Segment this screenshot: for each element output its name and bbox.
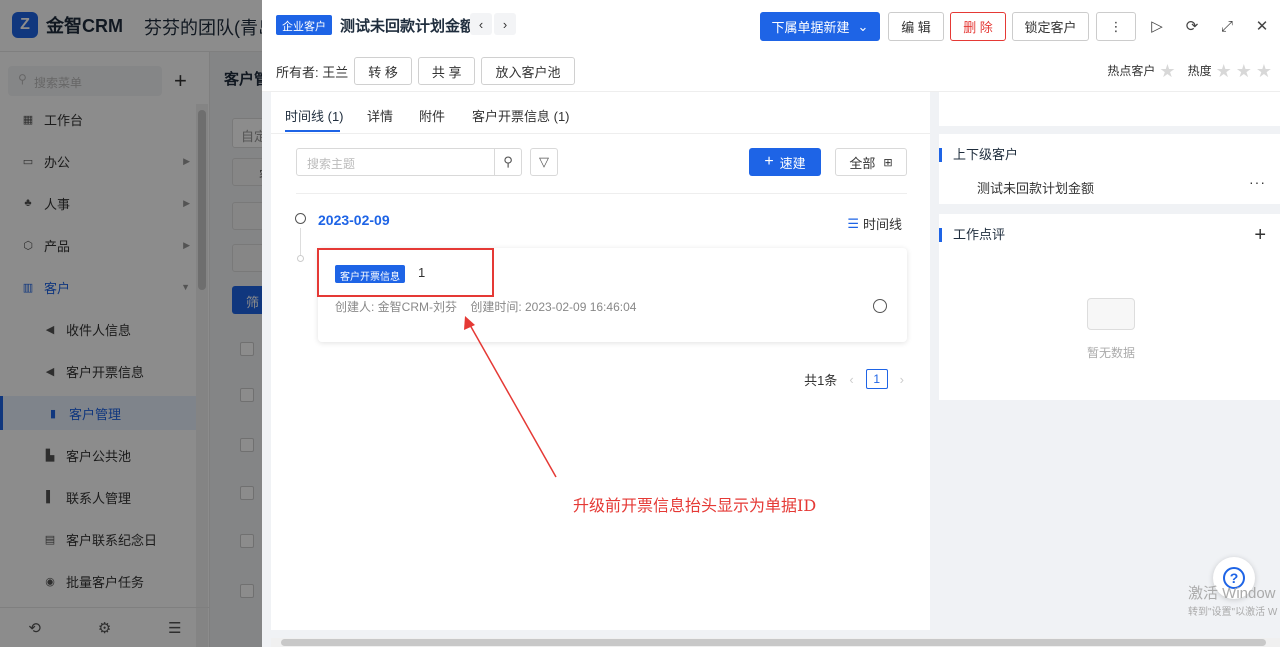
edit-button[interactable]: 编 辑 bbox=[888, 12, 944, 41]
work-review-section: 工作点评 + 暂无数据 bbox=[939, 214, 1280, 400]
comment-icon[interactable] bbox=[873, 299, 887, 313]
timeline-panel: 时间线 (1) 详情 附件 客户开票信息 (1) 搜索主题 ⚲ ▽ + 速建 全… bbox=[271, 92, 930, 630]
related-customer-link[interactable]: 测试未回款计划金额 bbox=[977, 178, 1094, 197]
annotation-note: 升级前开票信息抬头显示为单据ID bbox=[573, 496, 817, 515]
move-to-pool-button[interactable]: 放入客户池 bbox=[481, 57, 575, 85]
entry-meta: 创建人: 金智CRM-刘芬 创建时间: 2023-02-09 16:46:04 bbox=[335, 300, 637, 314]
timeline-view-toggle[interactable]: ☰ 时间线 bbox=[847, 214, 902, 233]
customer-type-badge: 企业客户 bbox=[276, 15, 332, 35]
quick-create-button[interactable]: + 速建 bbox=[749, 148, 821, 176]
os-activation-watermark: 激活 Window 转到"设置"以激活 W bbox=[1188, 582, 1280, 618]
star-icon[interactable]: ★ bbox=[1256, 62, 1272, 80]
close-icon[interactable]: ✕ bbox=[1252, 16, 1272, 36]
delete-button[interactable]: 删 除 bbox=[950, 12, 1006, 41]
topic-search-input[interactable]: 搜索主题 bbox=[296, 148, 495, 176]
share-button[interactable]: 共 享 bbox=[417, 57, 476, 85]
customer-detail-drawer: 企业客户 测试未回款计划金额 ‹ › 下属单据新建 ⌄ 编 辑 删 除 锁定客户… bbox=[262, 0, 1280, 647]
active-tab-indicator bbox=[285, 130, 340, 132]
horizontal-scrollbar[interactable] bbox=[271, 638, 1280, 647]
tab-invoice-info[interactable]: 客户开票信息 (1) bbox=[472, 106, 570, 125]
star-icon[interactable]: ★ bbox=[1216, 62, 1232, 80]
all-filter-button[interactable]: 全部 ⊞ bbox=[835, 148, 907, 176]
total-count: 共1条 bbox=[804, 372, 838, 388]
add-review-icon[interactable]: + bbox=[1254, 224, 1266, 247]
tab-details[interactable]: 详情 bbox=[367, 106, 393, 125]
search-icon: ⚲ bbox=[503, 154, 513, 169]
chevron-down-icon: ⌄ bbox=[857, 18, 869, 34]
grid-icon: ⊞ bbox=[883, 156, 893, 169]
hotness-label: 热度 bbox=[1187, 64, 1212, 78]
hotness-row: 热点客户 ★ 热度 ★ ★ ★ bbox=[1107, 62, 1272, 80]
more-menu-button[interactable]: ⋮ bbox=[1096, 12, 1136, 41]
tab-attachments[interactable]: 附件 bbox=[419, 106, 445, 125]
more-horizontal-icon[interactable]: ··· bbox=[1249, 174, 1266, 190]
button-label: 全部 bbox=[849, 155, 876, 171]
empty-state-text: 暂无数据 bbox=[1087, 346, 1136, 360]
filter-button[interactable]: ▽ bbox=[530, 148, 558, 176]
more-vertical-icon: ⋮ bbox=[1109, 18, 1123, 34]
hot-customer-label: 热点客户 bbox=[1107, 64, 1156, 78]
chevron-left-icon[interactable]: ‹ bbox=[470, 13, 492, 35]
empty-inbox-icon bbox=[1087, 298, 1135, 330]
transfer-button[interactable]: 转 移 bbox=[354, 57, 412, 85]
record-title: 测试未回款计划金额 bbox=[340, 18, 476, 35]
annotation-highlight-box bbox=[317, 248, 494, 297]
record-navigation: ‹ › bbox=[470, 13, 516, 35]
detail-tabs: 时间线 (1) 详情 附件 客户开票信息 (1) bbox=[271, 92, 930, 134]
pagination: 共1条 ‹ 1 › bbox=[804, 369, 904, 389]
timeline-date: 2023-02-09 bbox=[318, 212, 390, 228]
info-card bbox=[939, 92, 1280, 126]
page-number[interactable]: 1 bbox=[865, 369, 888, 389]
fullscreen-icon[interactable]: ⤢ bbox=[1217, 16, 1237, 36]
chevron-right-icon[interactable]: › bbox=[494, 13, 516, 35]
owner-row: 所有者: 王兰 转 移 共 享 放入客户池 bbox=[276, 57, 575, 85]
drawer-header: 企业客户 测试未回款计划金额 ‹ › 下属单据新建 ⌄ 编 辑 删 除 锁定客户… bbox=[262, 0, 1280, 92]
refresh-icon[interactable]: ⟳ bbox=[1182, 16, 1202, 36]
play-icon[interactable]: ▷ bbox=[1147, 16, 1167, 36]
section-title: 工作点评 bbox=[939, 228, 1005, 242]
timeline-dot bbox=[297, 255, 304, 262]
tab-timeline[interactable]: 时间线 (1) bbox=[285, 106, 344, 125]
timeline-view-label: 时间线 bbox=[862, 217, 902, 232]
list-icon: ☰ bbox=[847, 215, 859, 231]
clock-icon bbox=[295, 213, 306, 224]
timeline-connector bbox=[300, 228, 301, 258]
filter-icon: ▽ bbox=[539, 154, 549, 169]
watermark-line2: 转到"设置"以激活 W bbox=[1188, 607, 1278, 618]
lock-customer-button[interactable]: 锁定客户 bbox=[1012, 12, 1089, 41]
button-label: 速建 bbox=[779, 155, 806, 171]
star-icon[interactable]: ★ bbox=[1159, 62, 1175, 80]
search-button[interactable]: ⚲ bbox=[494, 148, 522, 176]
parent-child-customers: 上下级客户 测试未回款计划金额 ··· bbox=[939, 134, 1280, 204]
star-icon[interactable]: ★ bbox=[1236, 62, 1252, 80]
chevron-right-icon[interactable]: › bbox=[900, 372, 904, 387]
new-sub-document-button[interactable]: 下属单据新建 ⌄ bbox=[760, 12, 880, 41]
chevron-left-icon[interactable]: ‹ bbox=[849, 372, 853, 387]
watermark-line1: 激活 Window bbox=[1188, 585, 1276, 602]
scrollbar-thumb[interactable] bbox=[281, 639, 1266, 646]
divider bbox=[296, 193, 907, 194]
owner-label: 所有者: 王兰 bbox=[276, 64, 349, 80]
button-label: 下属单据新建 bbox=[771, 20, 850, 35]
plus-icon: + bbox=[764, 153, 774, 170]
section-title: 上下级客户 bbox=[939, 148, 1018, 162]
